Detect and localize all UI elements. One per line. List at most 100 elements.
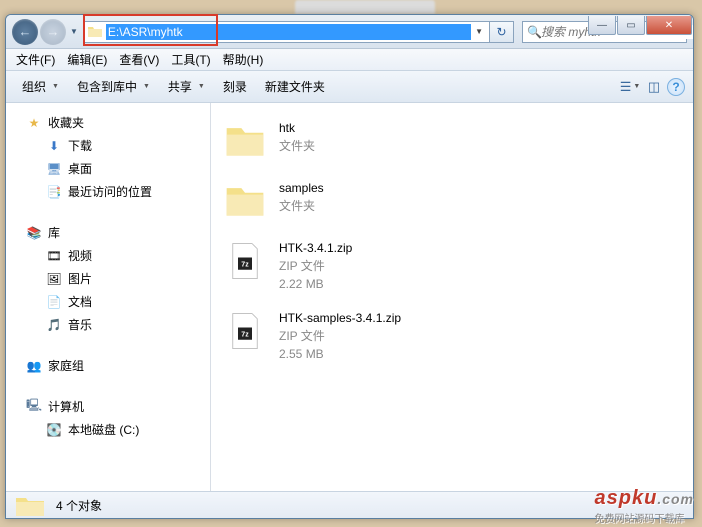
explorer-body: ★ 收藏夹 ⬇ 下载 🖥 桌面 📑最近访问的位置 📚 库 🎞 视频 🖼 图片 📄 文档 🎵…: [6, 103, 693, 491]
zip-file-icon: 7z: [224, 240, 266, 282]
star-icon: ★: [26, 115, 42, 131]
menu-edit[interactable]: 编辑(E): [61, 49, 113, 70]
computer-icon: 🖳: [26, 399, 42, 415]
watermark: aspku.com 免费网站源码下载库: [595, 487, 695, 525]
drive-icon: 💽: [46, 422, 62, 438]
maximize-button[interactable]: ▭: [617, 16, 645, 35]
organize-button[interactable]: 组织 ▼: [14, 74, 67, 99]
computer-label: 计算机: [48, 398, 84, 415]
folder-icon: [14, 494, 46, 518]
file-name: HTK-samples-3.4.1.zip: [279, 309, 401, 327]
favorites-header[interactable]: ★ 收藏夹: [6, 111, 210, 134]
close-button[interactable]: ✕: [646, 16, 692, 35]
sidebar-item-recent[interactable]: 📑最近访问的位置: [6, 180, 210, 203]
sidebar-item-documents[interactable]: 📄 文档: [6, 290, 210, 313]
sidebar-item-label: 下载: [68, 137, 92, 154]
menu-help[interactable]: 帮助(H): [217, 49, 270, 70]
nav-buttons: ← → ▼: [12, 19, 80, 45]
sidebar-item-pictures[interactable]: 🖼 图片: [6, 267, 210, 290]
desktop-icon: 🖥: [46, 161, 62, 177]
file-name: HTK-3.4.1.zip: [279, 239, 352, 257]
chevron-down-icon: ▼: [52, 83, 59, 90]
homegroup-icon: 👥: [26, 358, 42, 374]
file-item[interactable]: 7zHTK-3.4.1.zipZIP 文件2.22 MB: [219, 235, 685, 297]
view-options-button[interactable]: ☰▼: [619, 76, 641, 98]
file-name: htk: [279, 119, 315, 137]
folder-icon: [223, 119, 267, 163]
address-bar[interactable]: ▼: [84, 21, 490, 43]
favorites-group: ★ 收藏夹 ⬇ 下载 🖥 桌面 📑最近访问的位置: [6, 111, 210, 203]
libraries-header[interactable]: 📚 库: [6, 221, 210, 244]
nav-history-dropdown[interactable]: ▼: [68, 27, 80, 36]
include-label: 包含到库中: [77, 78, 137, 95]
chevron-down-icon: ▼: [633, 83, 640, 90]
download-icon: ⬇: [46, 138, 62, 154]
libraries-group: 📚 库 🎞 视频 🖼 图片 📄 文档 🎵音乐: [6, 221, 210, 336]
svg-text:7z: 7z: [241, 331, 249, 338]
watermark-sub: 免费网站源码下载库: [595, 510, 695, 525]
computer-group: 🖳 计算机 💽 本地磁盘 (C:): [6, 395, 210, 441]
file-type: ZIP 文件: [279, 257, 352, 275]
sidebar-item-label: 视频: [68, 247, 92, 264]
homegroup-header[interactable]: 👥 家庭组: [6, 354, 210, 377]
burn-button[interactable]: 刻录: [215, 74, 255, 99]
organize-label: 组织: [22, 78, 46, 95]
homegroup-label: 家庭组: [48, 357, 84, 374]
help-button[interactable]: ?: [667, 78, 685, 96]
explorer-window: ― ▭ ✕ ← → ▼ ▼ ↻ 🔍 文件(F) 编辑(E) 查看(V) 工具(T…: [5, 14, 694, 519]
file-type: 文件夹: [279, 137, 315, 155]
menu-tools[interactable]: 工具(T): [165, 49, 216, 70]
back-button[interactable]: ←: [12, 19, 38, 45]
homegroup-group: 👥 家庭组: [6, 354, 210, 377]
zip-file-icon: 7z: [224, 310, 266, 352]
share-label: 共享: [168, 78, 192, 95]
folder-icon: [223, 179, 267, 223]
minimize-button[interactable]: ―: [588, 16, 616, 35]
share-button[interactable]: 共享 ▼: [160, 74, 213, 99]
sidebar-item-drive-c[interactable]: 💽 本地磁盘 (C:): [6, 418, 210, 441]
sidebar-item-label: 图片: [68, 270, 92, 287]
preview-pane-button[interactable]: ◫: [643, 76, 665, 98]
file-name: samples: [279, 179, 324, 197]
status-bar: 4 个对象: [6, 491, 693, 519]
address-dropdown-icon[interactable]: ▼: [471, 27, 487, 36]
video-icon: 🎞: [46, 248, 62, 264]
libraries-label: 库: [48, 224, 60, 241]
folder-icon: [87, 24, 103, 40]
computer-header[interactable]: 🖳 计算机: [6, 395, 210, 418]
file-list: htk文件夹samples文件夹7zHTK-3.4.1.zipZIP 文件2.2…: [211, 103, 693, 491]
music-icon: 🎵: [46, 317, 62, 333]
favorites-label: 收藏夹: [48, 114, 84, 131]
menu-file[interactable]: 文件(F): [10, 49, 61, 70]
file-item[interactable]: htk文件夹: [219, 115, 685, 167]
file-item[interactable]: samples文件夹: [219, 175, 685, 227]
window-controls: ― ▭ ✕: [587, 16, 692, 36]
picture-icon: 🖼: [46, 271, 62, 287]
sidebar-item-label: 桌面: [68, 160, 92, 177]
sidebar-item-downloads[interactable]: ⬇ 下载: [6, 134, 210, 157]
sidebar-item-videos[interactable]: 🎞 视频: [6, 244, 210, 267]
recent-icon: 📑: [46, 184, 62, 200]
menu-view[interactable]: 查看(V): [113, 49, 165, 70]
include-library-button[interactable]: 包含到库中 ▼: [69, 74, 158, 99]
chevron-down-icon: ▼: [198, 83, 205, 90]
library-icon: 📚: [26, 225, 42, 241]
navigation-pane: ★ 收藏夹 ⬇ 下载 🖥 桌面 📑最近访问的位置 📚 库 🎞 视频 🖼 图片 📄 文档 🎵…: [6, 103, 211, 491]
address-input[interactable]: [106, 24, 471, 40]
chevron-down-icon: ▼: [143, 83, 150, 90]
file-type: 文件夹: [279, 197, 324, 215]
document-icon: 📄: [46, 294, 62, 310]
command-bar: 组织 ▼ 包含到库中 ▼ 共享 ▼ 刻录 新建文件夹 ☰▼ ◫ ?: [6, 71, 693, 103]
file-item[interactable]: 7zHTK-samples-3.4.1.zipZIP 文件2.55 MB: [219, 305, 685, 367]
watermark-suffix: .com: [657, 491, 694, 507]
sidebar-item-label: 本地磁盘 (C:): [68, 421, 139, 438]
file-type: ZIP 文件: [279, 327, 401, 345]
watermark-main: aspku: [595, 487, 658, 509]
sidebar-item-desktop[interactable]: 🖥 桌面: [6, 157, 210, 180]
sidebar-item-music[interactable]: 🎵音乐: [6, 313, 210, 336]
new-folder-button[interactable]: 新建文件夹: [257, 74, 333, 99]
refresh-button[interactable]: ↻: [490, 21, 514, 43]
sidebar-item-label: 文档: [68, 293, 92, 310]
address-bar-container: ▼ ↻: [84, 20, 514, 44]
forward-button[interactable]: →: [40, 19, 66, 45]
